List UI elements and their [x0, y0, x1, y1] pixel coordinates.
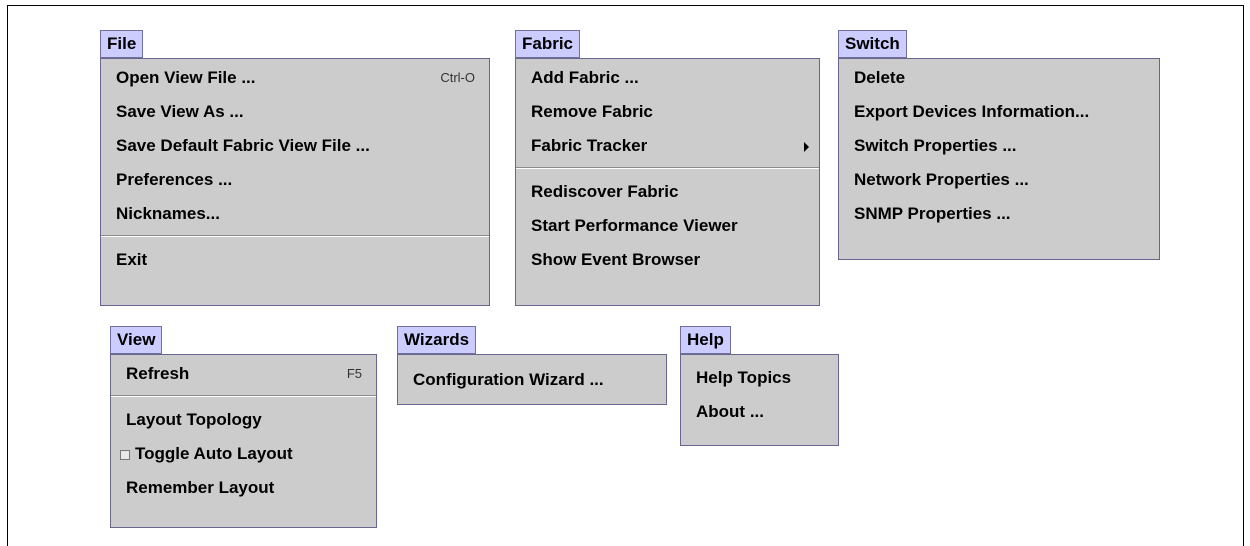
menu-item-label: Start Performance Viewer: [531, 216, 738, 235]
menu-title-help[interactable]: Help: [680, 326, 731, 354]
menu-item-label: Save View As ...: [116, 102, 244, 121]
menu-item-label: Exit: [116, 250, 148, 269]
menu-item-label: Export Devices Information...: [854, 102, 1090, 121]
menu-item-label: Save Default Fabric View File ...: [116, 136, 370, 155]
file-menu-panel: Open View File ... Ctrl-O Save View As .…: [100, 58, 490, 306]
menu-title-file[interactable]: File: [100, 30, 144, 58]
menu-item-label: Preferences ...: [116, 170, 233, 189]
menu-item-configuration-wizard[interactable]: Configuration Wizard ...: [398, 363, 666, 397]
menu-title-switch[interactable]: Switch: [838, 30, 907, 58]
switch-menu-panel: Delete Export Devices Information... Swi…: [838, 58, 1160, 260]
menu-separator: [101, 235, 489, 237]
menu-item-switch-properties[interactable]: Switch Properties ...: [839, 129, 1159, 163]
menu-item-help-topics[interactable]: Help Topics: [681, 361, 838, 395]
menu-item-save-default-fabric-view-file[interactable]: Save Default Fabric View File ...: [101, 129, 489, 163]
menu-item-label: About ...: [696, 402, 764, 421]
frame-border-left: [7, 5, 8, 546]
menu-item-open-view-file[interactable]: Open View File ... Ctrl-O: [101, 61, 489, 95]
frame-border-top: [7, 5, 1244, 6]
menu-item-layout-topology[interactable]: Layout Topology: [111, 403, 376, 437]
menu-item-remember-layout[interactable]: Remember Layout: [111, 471, 376, 505]
menu-item-fabric-tracker[interactable]: Fabric Tracker: [516, 129, 819, 163]
menu-title-fabric[interactable]: Fabric: [515, 30, 581, 58]
menu-item-label: Rediscover Fabric: [531, 182, 679, 201]
menu-item-label: Remove Fabric: [531, 102, 653, 121]
checkbox-icon[interactable]: [120, 450, 130, 460]
menu-item-save-view-as[interactable]: Save View As ...: [101, 95, 489, 129]
menu-item-about[interactable]: About ...: [681, 395, 838, 429]
submenu-arrow-icon: [804, 142, 809, 152]
menu-item-label: Help Topics: [696, 368, 792, 387]
wizards-menu-panel: Configuration Wizard ...: [397, 354, 667, 405]
menu-item-start-performance-viewer[interactable]: Start Performance Viewer: [516, 209, 819, 243]
view-menu-panel: Refresh F5 Layout Topology Toggle Auto L…: [110, 354, 377, 528]
menu-item-rediscover-fabric[interactable]: Rediscover Fabric: [516, 175, 819, 209]
menu-item-label: SNMP Properties ...: [854, 204, 1011, 223]
menu-item-exit[interactable]: Exit: [101, 243, 489, 277]
menu-title-view[interactable]: View: [110, 326, 163, 354]
menu-item-snmp-properties[interactable]: SNMP Properties ...: [839, 197, 1159, 231]
menu-item-show-event-browser[interactable]: Show Event Browser: [516, 243, 819, 277]
shortcut-label: F5: [346, 366, 362, 381]
menu-item-network-properties[interactable]: Network Properties ...: [839, 163, 1159, 197]
menu-item-label: Delete: [854, 68, 906, 87]
menu-item-label: Refresh: [126, 364, 190, 383]
menu-item-export-devices-information[interactable]: Export Devices Information...: [839, 95, 1159, 129]
menu-item-refresh[interactable]: Refresh F5: [111, 357, 376, 391]
help-menu-panel: Help Topics About ...: [680, 354, 839, 446]
fabric-menu-panel: Add Fabric ... Remove Fabric Fabric Trac…: [515, 58, 820, 306]
menu-item-label: Remember Layout: [126, 478, 275, 497]
menu-item-remove-fabric[interactable]: Remove Fabric: [516, 95, 819, 129]
menu-item-label: Add Fabric ...: [531, 68, 639, 87]
menu-item-label: Nicknames...: [116, 204, 220, 223]
menu-separator: [111, 395, 376, 397]
menu-item-toggle-auto-layout[interactable]: Toggle Auto Layout: [111, 437, 376, 471]
menu-item-nicknames[interactable]: Nicknames...: [101, 197, 489, 231]
menu-item-add-fabric[interactable]: Add Fabric ...: [516, 61, 819, 95]
menu-item-label: Layout Topology: [126, 410, 262, 429]
menu-item-label: Show Event Browser: [531, 250, 701, 269]
shortcut-label: Ctrl-O: [440, 70, 475, 85]
menu-item-label: Open View File ...: [116, 68, 256, 87]
menu-item-label: Switch Properties ...: [854, 136, 1017, 155]
menu-item-delete[interactable]: Delete: [839, 61, 1159, 95]
menu-title-wizards[interactable]: Wizards: [397, 326, 477, 354]
menu-item-label: Configuration Wizard ...: [413, 370, 604, 389]
frame-border-right: [1243, 5, 1244, 546]
menu-item-label: Fabric Tracker: [531, 136, 648, 155]
menu-item-preferences[interactable]: Preferences ...: [101, 163, 489, 197]
menu-item-label: Toggle Auto Layout: [135, 444, 293, 463]
menu-item-label: Network Properties ...: [854, 170, 1029, 189]
menu-separator: [516, 167, 819, 169]
